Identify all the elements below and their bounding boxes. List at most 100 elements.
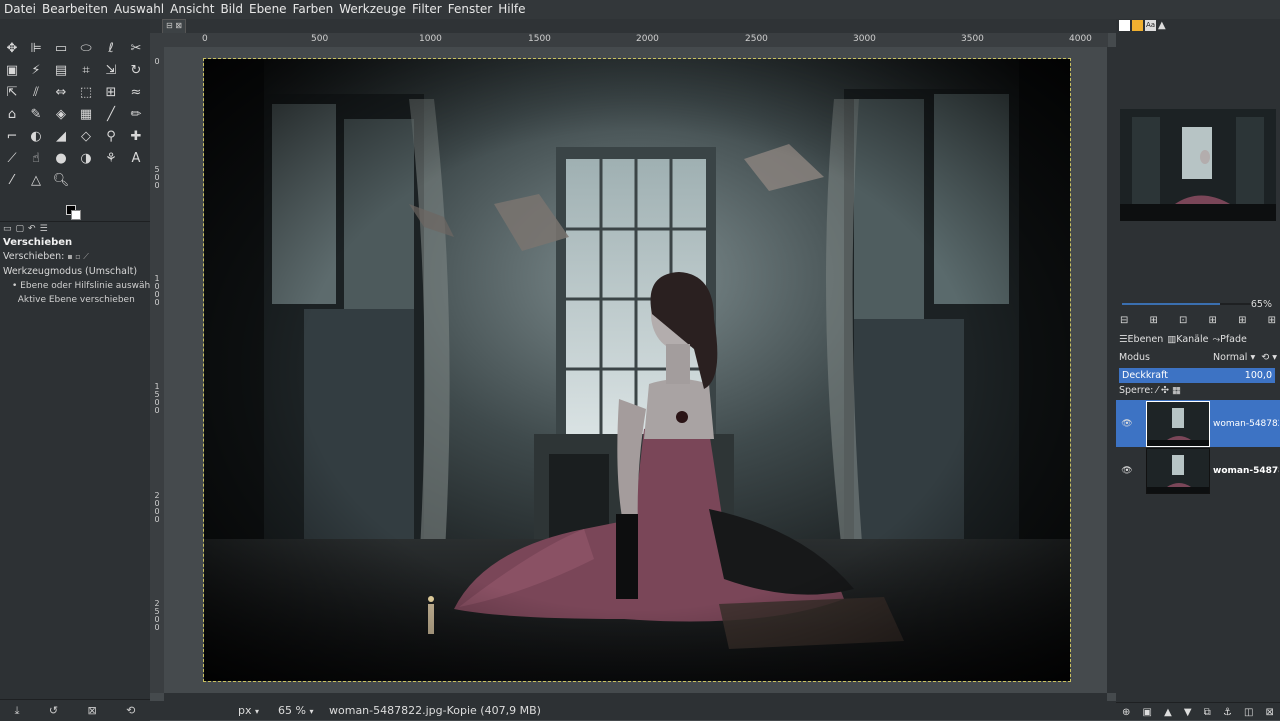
brush-tab-icon[interactable] xyxy=(1119,20,1130,31)
zoom-out-icon[interactable]: ⊟ xyxy=(1120,315,1128,326)
image-canvas[interactable] xyxy=(203,58,1071,682)
horizontal-scrollbar[interactable] xyxy=(164,693,1107,701)
image-tab[interactable]: ⊟ ⊠ xyxy=(162,19,186,34)
measure-icon[interactable]: △ xyxy=(24,169,48,191)
horizontal-ruler[interactable]: 0 500 1000 1500 2000 2500 3000 3500 4000 xyxy=(164,33,1108,48)
undo-history-tab-icon[interactable]: ↶ xyxy=(28,224,36,234)
shrink-wrap-icon[interactable]: ⊞ xyxy=(1268,315,1276,326)
lock-pixels-icon[interactable]: ⁄ xyxy=(1156,385,1158,396)
new-group-icon[interactable]: ▣ xyxy=(1143,707,1152,718)
scale-icon[interactable]: ⇱ xyxy=(0,81,24,103)
visibility-eye-icon[interactable]: 👁︎ xyxy=(1116,466,1138,476)
vertical-scrollbar[interactable] xyxy=(1107,47,1116,693)
pattern-tab-icon[interactable] xyxy=(1132,20,1143,31)
menu-fenster[interactable]: Fenster xyxy=(445,0,496,19)
fuzzy-select-icon[interactable]: ⚡ xyxy=(24,59,48,81)
navigator-zoom-slider[interactable] xyxy=(1122,303,1272,305)
lasso-icon[interactable]: ℓ xyxy=(99,37,123,59)
zoom-in-icon[interactable]: ⊞ xyxy=(1150,315,1158,326)
lower-layer-icon[interactable]: ▼ xyxy=(1184,707,1192,718)
menu-bild[interactable]: Bild xyxy=(217,0,246,19)
path-icon[interactable]: ✎ xyxy=(24,103,48,125)
zoom-icon[interactable]: 🔍︎ xyxy=(49,169,73,191)
tab-channels[interactable]: ▥Kanäle xyxy=(1167,334,1208,348)
handle-transform-icon[interactable]: ⌂ xyxy=(0,103,24,125)
clone-icon[interactable]: ⚲ xyxy=(99,125,123,147)
move-tool-icon[interactable]: ✥ xyxy=(0,37,24,59)
delete-options-icon[interactable]: ⊠ xyxy=(87,704,96,717)
heal-icon[interactable]: ✚ xyxy=(124,125,148,147)
text-tool-icon-alt[interactable]: ⚘ xyxy=(99,147,123,169)
restore-options-icon[interactable]: ↺ xyxy=(49,704,58,717)
duplicate-layer-icon[interactable]: ⧉ xyxy=(1204,707,1211,718)
anchor-layer-icon[interactable]: ⚓︎ xyxy=(1223,707,1232,718)
images-tab-icon[interactable]: ☰ xyxy=(40,224,48,234)
menu-bearbeiten[interactable]: Bearbeiten xyxy=(39,0,111,19)
ruler-corner[interactable] xyxy=(150,33,165,48)
foreground-select-icon[interactable]: ▣ xyxy=(0,59,24,81)
menu-ansicht[interactable]: Ansicht xyxy=(167,0,217,19)
menu-datei[interactable]: Datei xyxy=(0,0,39,19)
align-tool-icon[interactable]: ⊫ xyxy=(24,37,48,59)
layer-row-selected[interactable]: 👁︎ woman-5487822.jpg-Kopie xyxy=(1116,400,1280,447)
menu-hilfe[interactable]: Hilfe xyxy=(495,0,528,19)
pencil-icon[interactable]: ✏ xyxy=(124,103,148,125)
delete-layer-icon[interactable]: ⊠ xyxy=(1266,707,1274,718)
color-picker-icon[interactable]: ⁄ xyxy=(0,169,24,191)
warp-icon[interactable]: ≈ xyxy=(124,81,148,103)
device-status-tab-icon[interactable]: ▢ xyxy=(16,224,25,234)
visibility-eye-icon[interactable]: 👁︎ xyxy=(1116,419,1138,429)
text-tool-icon[interactable]: A xyxy=(124,147,148,169)
zoom-fill-icon[interactable]: ⊞ xyxy=(1238,315,1246,326)
perspective-clone-icon[interactable]: ⟋ xyxy=(0,147,24,169)
blur-icon[interactable]: ● xyxy=(49,147,73,169)
color-select-icon[interactable]: ▤ xyxy=(49,59,73,81)
lock-alpha-icon[interactable]: ▦ xyxy=(1172,385,1181,396)
navigation-tab-icon[interactable]: ▲ xyxy=(1158,20,1169,31)
fg-bg-color-swatch[interactable] xyxy=(66,205,81,220)
layer-row[interactable]: 👁︎ woman-5487822.jpg xyxy=(1116,447,1280,494)
menu-farben[interactable]: Farben xyxy=(290,0,337,19)
reset-options-icon[interactable]: ⟲ xyxy=(126,704,135,717)
smudge-icon[interactable]: ☝ xyxy=(24,147,48,169)
cage-icon[interactable]: ⊞ xyxy=(99,81,123,103)
perspective-icon[interactable]: ⬚ xyxy=(74,81,98,103)
background-color[interactable] xyxy=(71,210,81,220)
unified-transform-icon[interactable]: ⇲ xyxy=(99,59,123,81)
ink-icon[interactable]: ◢ xyxy=(49,125,73,147)
mask-icon[interactable]: ◫ xyxy=(1244,707,1253,718)
vertical-ruler[interactable]: 0 500 1000 1500 2000 2500 xyxy=(150,47,165,693)
zoom-fit-icon[interactable]: ⊞ xyxy=(1209,315,1217,326)
rotate-icon[interactable]: ↻ xyxy=(124,59,148,81)
eraser-icon[interactable]: ◇ xyxy=(74,125,98,147)
navigator-preview[interactable] xyxy=(1120,109,1276,221)
tab-paths[interactable]: ⤳Pfade xyxy=(1213,334,1247,348)
ellipse-select-icon[interactable]: ⬭ xyxy=(74,37,98,59)
font-tab-icon[interactable]: Aa xyxy=(1145,20,1156,31)
dodge-burn-icon[interactable]: ◑ xyxy=(74,147,98,169)
menu-filter[interactable]: Filter xyxy=(409,0,445,19)
menu-auswahl[interactable]: Auswahl xyxy=(111,0,167,19)
shear-icon[interactable]: ⫽ xyxy=(24,81,48,103)
radio-active-layer[interactable]: Aktive Ebene verschieben xyxy=(0,293,150,307)
zoom-100-icon[interactable]: ⊡ xyxy=(1179,315,1187,326)
scissors-icon[interactable]: ✂ xyxy=(124,37,148,59)
opacity-spinner[interactable]: Deckkraft 100,0 xyxy=(1119,368,1275,383)
mode-select[interactable]: Normal ▾ ⟲ ▾ xyxy=(1213,352,1277,363)
raise-layer-icon[interactable]: ▲ xyxy=(1164,707,1172,718)
menu-werkzeuge[interactable]: Werkzeuge xyxy=(336,0,409,19)
move-mode-icons[interactable]: ▪ ▫ ⟋ xyxy=(67,252,89,261)
paintbrush-icon[interactable]: ╱ xyxy=(99,103,123,125)
mypaint-brush-icon[interactable]: ◐ xyxy=(24,125,48,147)
rect-select-icon[interactable]: ▭ xyxy=(49,37,73,59)
gradient-icon[interactable]: ▦ xyxy=(74,103,98,125)
unit-selector[interactable]: px ▾ xyxy=(238,704,278,717)
tab-layers[interactable]: ☰Ebenen xyxy=(1119,334,1163,348)
flip-icon[interactable]: ⇔ xyxy=(49,81,73,103)
radio-pick-layer[interactable]: • Ebene oder Hilfslinie auswählen xyxy=(0,279,150,293)
bucket-fill-icon[interactable]: ◈ xyxy=(49,103,73,125)
tool-options-tab-icon[interactable]: ▭ xyxy=(3,224,12,234)
menu-ebene[interactable]: Ebene xyxy=(246,0,290,19)
save-options-icon[interactable]: ⤓ xyxy=(15,704,20,718)
airbrush-icon[interactable]: ⌐ xyxy=(0,125,24,147)
